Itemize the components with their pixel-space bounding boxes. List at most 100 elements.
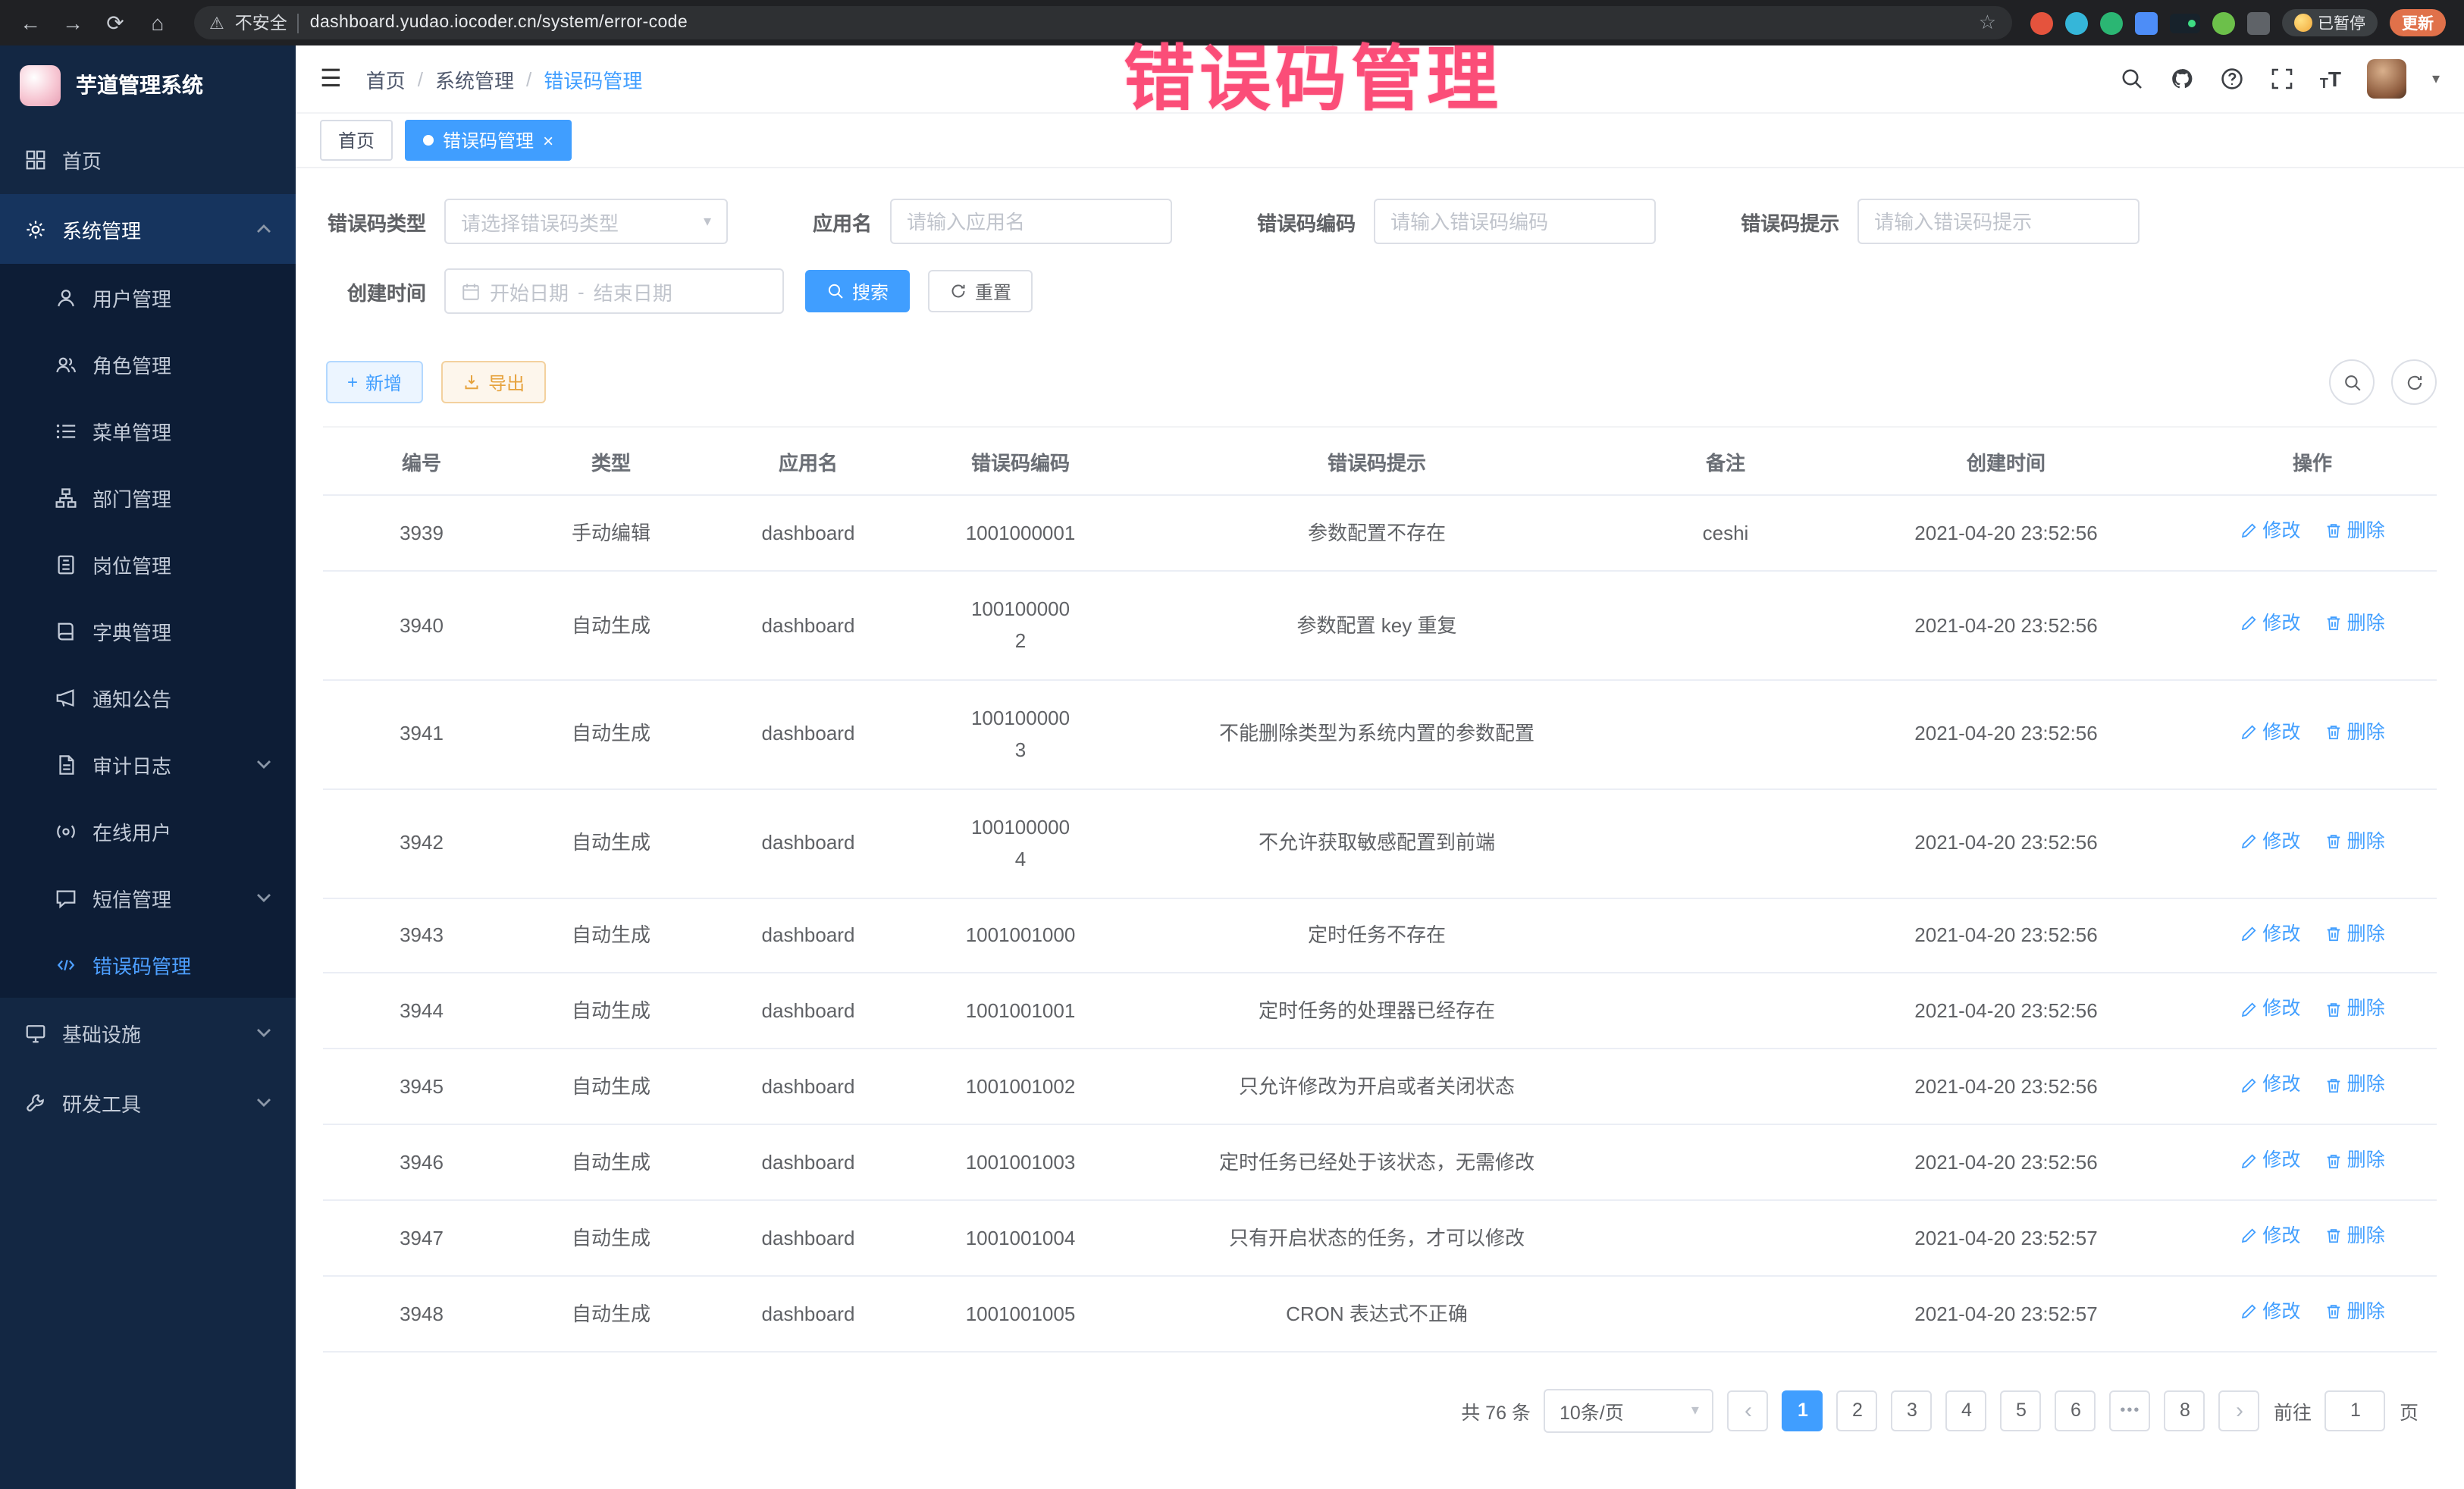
- back-button[interactable]: ←: [12, 5, 49, 41]
- address-bar[interactable]: ⚠ 不安全 dashboard.yudao.iocoder.cn/system/…: [194, 6, 2011, 39]
- delete-link[interactable]: 删除: [2324, 827, 2385, 856]
- sidebar-item-error-code-management[interactable]: 错误码管理: [0, 931, 296, 998]
- page-button-8[interactable]: 8: [2165, 1390, 2205, 1431]
- add-button-label: 新增: [365, 369, 402, 395]
- url-text[interactable]: dashboard.yudao.iocoder.cn/system/error-…: [310, 14, 688, 32]
- search-button[interactable]: 搜索: [805, 270, 910, 312]
- page-button-6[interactable]: 6: [2055, 1390, 2096, 1431]
- error-type-select[interactable]: 请选择错误码类型 ▾: [444, 199, 728, 244]
- reset-button[interactable]: 重置: [928, 270, 1033, 312]
- pencil-icon: [2240, 1076, 2258, 1094]
- org-tree-icon: [55, 486, 77, 509]
- sidebar-item-menu-management[interactable]: 菜单管理: [0, 397, 296, 464]
- breadcrumb-home[interactable]: 首页: [366, 64, 406, 93]
- paused-badge[interactable]: 已暂停: [2281, 9, 2378, 36]
- chevron-up-icon: [256, 224, 271, 234]
- sidebar-item-role-management[interactable]: 角色管理: [0, 331, 296, 397]
- sidebar-item-audit-log[interactable]: 审计日志: [0, 731, 296, 798]
- page-button-5[interactable]: 5: [2001, 1390, 2042, 1431]
- extension-icon-dark-badge[interactable]: [2169, 13, 2199, 33]
- error-hint-input[interactable]: [1857, 199, 2140, 244]
- sidebar-item-dev-tools[interactable]: 研发工具: [0, 1067, 296, 1137]
- edit-link[interactable]: 修改: [2240, 1146, 2300, 1175]
- trash-icon: [2324, 1076, 2343, 1094]
- page-button-4[interactable]: 4: [1946, 1390, 1987, 1431]
- fullscreen-icon[interactable]: [2270, 67, 2294, 91]
- more-pages-button[interactable]: •••: [2110, 1390, 2151, 1431]
- chat-bubble-icon: [55, 886, 77, 909]
- annotation-title: 错误码管理: [1124, 20, 1503, 124]
- edit-link[interactable]: 修改: [2240, 920, 2300, 948]
- tab-home[interactable]: 首页: [320, 120, 393, 161]
- edit-link[interactable]: 修改: [2240, 610, 2300, 638]
- extensions-puzzle-icon[interactable]: [2246, 11, 2269, 34]
- app-logo[interactable]: 芋道管理系统: [0, 45, 296, 124]
- prev-page-button[interactable]: ‹: [1728, 1390, 1769, 1431]
- close-tab-icon[interactable]: ×: [543, 131, 553, 149]
- edit-link[interactable]: 修改: [2240, 827, 2300, 856]
- github-icon[interactable]: [2170, 67, 2194, 91]
- delete-link[interactable]: 删除: [2324, 517, 2385, 546]
- sidebar-item-infrastructure[interactable]: 基础设施: [0, 998, 296, 1067]
- extension-icon-red[interactable]: [2030, 11, 2052, 34]
- sidebar-item-user-management[interactable]: 用户管理: [0, 264, 296, 331]
- sidebar-item-system-management[interactable]: 系统管理: [0, 194, 296, 264]
- breadcrumb-system[interactable]: 系统管理: [435, 64, 514, 93]
- sidebar-item-notice-management[interactable]: 通知公告: [0, 664, 296, 731]
- sidebar-item-department-management[interactable]: 部门管理: [0, 464, 296, 531]
- tab-error-code-management[interactable]: 错误码管理 ×: [405, 120, 572, 161]
- security-label[interactable]: 不安全: [235, 11, 287, 35]
- delete-link[interactable]: 删除: [2324, 610, 2385, 638]
- search-button-label: 搜索: [852, 278, 889, 304]
- help-icon[interactable]: [2220, 67, 2244, 91]
- edit-link[interactable]: 修改: [2240, 517, 2300, 546]
- sidebar-item-label: 通知公告: [92, 683, 171, 712]
- edit-link[interactable]: 修改: [2240, 1298, 2300, 1327]
- filter-label-code: 错误码编码: [1257, 207, 1356, 236]
- create-time-range-picker[interactable]: 开始日期 - 结束日期: [444, 268, 784, 314]
- app-name-input[interactable]: [890, 199, 1172, 244]
- page-button-1[interactable]: 1: [1782, 1390, 1823, 1431]
- toggle-search-button[interactable]: [2329, 359, 2375, 405]
- extension-icon-blue-drop[interactable]: [2064, 11, 2087, 34]
- add-button[interactable]: + 新增: [326, 361, 423, 403]
- user-avatar[interactable]: [2367, 59, 2406, 99]
- delete-link[interactable]: 删除: [2324, 1146, 2385, 1175]
- delete-link[interactable]: 删除: [2324, 1071, 2385, 1100]
- extension-icon-green[interactable]: [2212, 11, 2234, 34]
- refresh-table-button[interactable]: [2391, 359, 2437, 405]
- edit-link[interactable]: 修改: [2240, 719, 2300, 748]
- system-submenu: 用户管理 角色管理 菜单管理 部门管理 岗位管理: [0, 264, 296, 998]
- avatar-caret-icon[interactable]: ▾: [2432, 71, 2440, 87]
- font-size-icon[interactable]: TT: [2320, 67, 2341, 91]
- collapse-sidebar-icon[interactable]: ☰: [320, 64, 342, 94]
- edit-link[interactable]: 修改: [2240, 995, 2300, 1024]
- search-icon[interactable]: [2120, 67, 2144, 91]
- sidebar-item-home[interactable]: 首页: [0, 124, 296, 194]
- sidebar-item-sms-management[interactable]: 短信管理: [0, 864, 296, 931]
- next-page-button[interactable]: ›: [2219, 1390, 2260, 1431]
- forward-button[interactable]: →: [55, 5, 91, 41]
- update-button[interactable]: 更新: [2390, 9, 2446, 36]
- delete-link[interactable]: 删除: [2324, 995, 2385, 1024]
- error-code-input[interactable]: [1374, 199, 1656, 244]
- page-button-3[interactable]: 3: [1892, 1390, 1933, 1431]
- extension-icon-green-check[interactable]: [2099, 11, 2122, 34]
- delete-link[interactable]: 删除: [2324, 1222, 2385, 1251]
- page-button-2[interactable]: 2: [1837, 1390, 1878, 1431]
- sidebar-item-post-management[interactable]: 岗位管理: [0, 531, 296, 597]
- extension-icon-grid[interactable]: [2134, 11, 2157, 34]
- delete-link[interactable]: 删除: [2324, 1298, 2385, 1327]
- edit-link[interactable]: 修改: [2240, 1222, 2300, 1251]
- sidebar-item-dict-management[interactable]: 字典管理: [0, 597, 296, 664]
- page-size-select[interactable]: 10条/页 ▾: [1544, 1389, 1714, 1433]
- bookmark-star-icon[interactable]: ☆: [1979, 11, 1996, 35]
- reload-button[interactable]: ⟳: [97, 5, 133, 41]
- home-button[interactable]: ⌂: [140, 5, 176, 41]
- edit-link[interactable]: 修改: [2240, 1071, 2300, 1100]
- delete-link[interactable]: 删除: [2324, 719, 2385, 748]
- goto-page-input[interactable]: [2325, 1390, 2386, 1431]
- export-button[interactable]: 导出: [441, 361, 546, 403]
- delete-link[interactable]: 删除: [2324, 920, 2385, 948]
- sidebar-item-online-users[interactable]: 在线用户: [0, 798, 296, 864]
